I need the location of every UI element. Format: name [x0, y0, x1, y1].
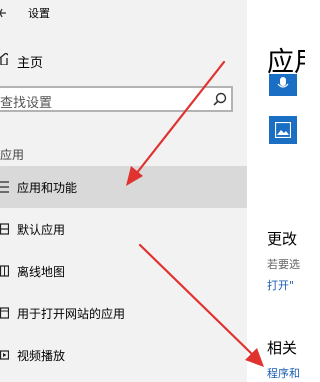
home-icon — [0, 53, 8, 65]
app-tile-photos[interactable] — [269, 116, 297, 144]
sidebar-item-label: 应用和功能 — [17, 181, 78, 195]
search-input-text: 查找设置 — [0, 96, 53, 111]
list-icon — [0, 181, 9, 193]
search-icon[interactable] — [213, 92, 227, 106]
default-apps-icon — [0, 223, 9, 235]
main-content: 应用 更改 若要选 打开" 相关 程序和 — [247, 0, 305, 382]
sidebar-item-web-apps[interactable]: 用于打开网站的应用 — [0, 292, 247, 334]
sidebar-item-label: 默认应用 — [17, 223, 66, 237]
sidebar-item-label: 用于打开网站的应用 — [17, 307, 126, 321]
sidebar-item-label: 离线地图 — [17, 265, 66, 279]
window-title: 设置 — [28, 7, 50, 20]
change-link[interactable]: 打开" — [267, 277, 294, 293]
back-arrow-icon[interactable] — [0, 6, 6, 20]
change-heading: 更改 — [267, 230, 298, 248]
sidebar-item-default-apps[interactable]: 默认应用 — [0, 208, 247, 250]
microphone-icon — [277, 77, 289, 88]
sidebar-item-apps-features[interactable]: 应用和功能 — [0, 166, 247, 208]
home-nav-label[interactable]: 主页 — [17, 52, 43, 71]
image-icon — [275, 122, 291, 138]
web-link-icon — [0, 307, 9, 319]
sidebar-item-video-playback[interactable]: 视频播放 — [0, 334, 247, 376]
sidebar-item-offline-maps[interactable]: 离线地图 — [0, 250, 247, 292]
app-tile-voice[interactable] — [269, 74, 297, 96]
search-input[interactable]: 查找设置 — [0, 86, 233, 112]
section-label: 应用 — [0, 148, 25, 162]
map-icon — [0, 265, 9, 277]
sidebar-item-label: 视频播放 — [17, 349, 66, 363]
related-link[interactable]: 程序和 — [267, 365, 300, 381]
sidebar: 设置 主页 查找设置 应用 应用和功能 默认应用 离线地图 用于打开网站的应用 … — [0, 0, 247, 382]
video-icon — [0, 350, 9, 360]
change-description: 若要选 — [267, 258, 300, 271]
related-heading: 相关 — [267, 339, 298, 357]
